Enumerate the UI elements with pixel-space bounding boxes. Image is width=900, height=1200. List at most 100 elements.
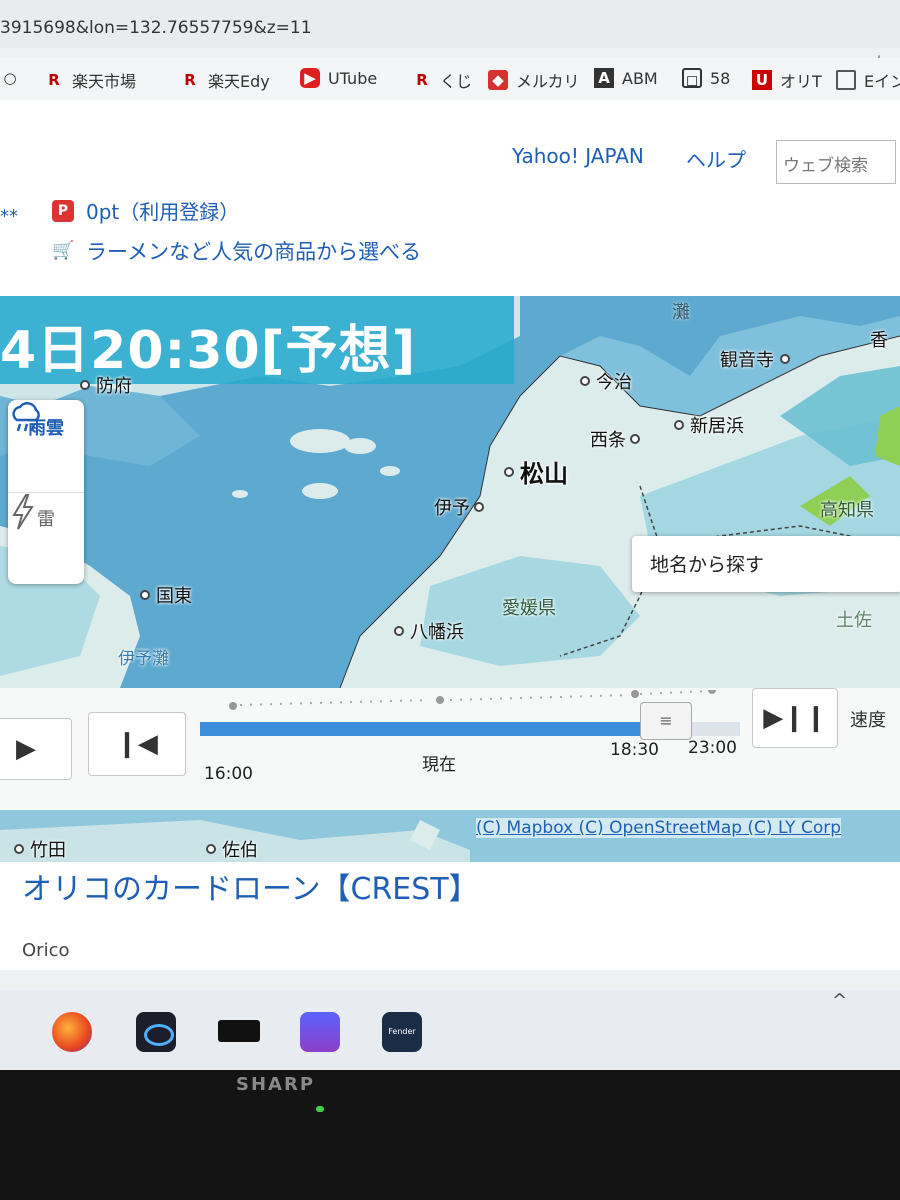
- place-kannonji[interactable]: 観音寺: [720, 346, 790, 372]
- place-label: 灘: [672, 302, 690, 323]
- pref-kochi: 高知県: [820, 496, 874, 522]
- place-matsuyama[interactable]: 松山: [504, 454, 568, 489]
- search-place-button[interactable]: 地名から探す: [632, 536, 900, 592]
- play-button[interactable]: ▶: [0, 718, 72, 780]
- layer-rain-button[interactable]: 雨雲: [8, 400, 84, 492]
- bookmark-label: Eイン: [864, 72, 900, 91]
- place-kunisaki[interactable]: 国東: [140, 582, 192, 608]
- url-bar[interactable]: 3915698&lon=132.76557759&z=11: [0, 0, 900, 48]
- place-dot-icon: [80, 380, 90, 390]
- timeline-progress: [200, 722, 643, 736]
- url-text[interactable]: 3915698&lon=132.76557759&z=11: [0, 18, 312, 38]
- ad-title-link[interactable]: オリコのカードローン【CREST】: [22, 864, 479, 908]
- bookmark-label: 楽天Edy: [208, 72, 270, 91]
- page-content: Yahoo! JAPAN ヘルプ ウェブ検索 ** P 0pt（利用登録） 🛒 …: [0, 100, 900, 970]
- place-label: 伊予: [434, 498, 470, 519]
- monitor-bezel: SHARP: [0, 1070, 900, 1200]
- place-label: 観音寺: [720, 350, 774, 371]
- place-niihama[interactable]: 新居浜: [674, 412, 744, 438]
- web-search-input[interactable]: ウェブ検索: [776, 140, 896, 184]
- firefox-icon[interactable]: [52, 1012, 92, 1052]
- paypay-point-icon: P: [52, 199, 74, 222]
- place-tosa: 土佐: [836, 606, 872, 632]
- fender-app-icon[interactable]: Fender: [382, 1012, 422, 1052]
- stars-text: **: [0, 206, 18, 227]
- place-yawatahama[interactable]: 八幡浜: [394, 618, 464, 644]
- dice-icon: ◆: [488, 70, 508, 90]
- place-nada-top: 灘: [672, 298, 690, 324]
- rakuten-icon: R: [416, 71, 428, 89]
- bookmark-kuji[interactable]: R くじ: [412, 68, 472, 92]
- bookmark-rakuten-ichiba[interactable]: R 楽天市場: [44, 68, 136, 92]
- layer-thunder-button[interactable]: 雷: [8, 492, 84, 584]
- bookmark-label: メルカリ: [516, 72, 580, 91]
- points-link[interactable]: P 0pt（利用登録）: [52, 196, 239, 225]
- place-dot-icon: [504, 466, 514, 477]
- taskbar: Fender ^: [0, 990, 900, 1070]
- place-dot-icon: [14, 844, 24, 854]
- u-icon: U: [752, 70, 772, 90]
- bookmark-label: 楽天市場: [72, 72, 137, 91]
- place-kou: 香: [870, 326, 888, 352]
- yahoo-japan-link[interactable]: Yahoo! JAPAN: [512, 144, 644, 168]
- skip-back-icon: ❙◀: [116, 729, 158, 759]
- rain-cloud-icon: [12, 402, 40, 432]
- bookmark-folder[interactable]: Eイン: [836, 68, 900, 92]
- place-dot-icon: [140, 590, 150, 600]
- camera-app-icon[interactable]: [218, 1020, 260, 1042]
- bookmark-rakuten-edy[interactable]: R 楽天Edy: [180, 68, 270, 92]
- bookmark-youtube[interactable]: ▶ UTube: [300, 68, 377, 88]
- skip-forward-button[interactable]: ▶❙❙: [752, 688, 838, 748]
- place-iyo[interactable]: 伊予: [434, 494, 484, 520]
- ramen-text: ラーメンなど人気の商品から選べる: [86, 240, 422, 264]
- timeline-controls: ▶ ❙◀ ≡ 16:00 現在 18:30 23:00 ▶❙❙ 速度: [0, 688, 900, 810]
- rakuten-icon: R: [48, 71, 60, 89]
- sea-iyonada: 伊予灘: [118, 644, 169, 669]
- place-label: 伊予灘: [118, 649, 169, 669]
- timeline-handle[interactable]: ≡: [640, 702, 692, 740]
- tick-label-now: 現在: [422, 755, 456, 775]
- abema-icon: A: [594, 68, 614, 88]
- place-hofu[interactable]: 防府: [80, 372, 132, 398]
- skip-back-button[interactable]: ❙◀: [88, 712, 186, 776]
- place-label: 高知県: [820, 500, 874, 521]
- place-dot-icon: [674, 420, 684, 430]
- place-label: 八幡浜: [410, 622, 464, 643]
- clapper-app-icon[interactable]: [300, 1012, 340, 1052]
- forecast-time-banner: 4日20:30[予想]: [0, 296, 514, 384]
- tick-label: 16:00: [204, 764, 253, 784]
- place-dot-icon: [474, 502, 484, 512]
- place-label: 香: [870, 330, 888, 351]
- place-label: 竹田: [30, 840, 66, 861]
- place-dot-icon: [206, 844, 216, 854]
- skip-forward-icon: ▶❙❙: [763, 703, 827, 733]
- rain-radar-map[interactable]: 4日20:30[予想] 防府 今治 観音寺 西条 新居浜 松山 伊予 高知県 国…: [0, 296, 900, 688]
- place-saijo[interactable]: 西条: [590, 426, 640, 452]
- tick-label: 23:00: [688, 738, 737, 758]
- place-label: 新居浜: [690, 416, 744, 437]
- place-label: 国東: [156, 586, 192, 607]
- lower-map-strip[interactable]: 竹田 佐伯 (C) Mapbox (C) OpenStreetMap (C) L…: [0, 810, 900, 862]
- youtube-icon: ▶: [300, 68, 320, 88]
- bookmark-abema[interactable]: A ABM: [594, 68, 658, 88]
- bookmark-partial[interactable]: ○: [0, 68, 28, 88]
- brand-logo: SHARP: [236, 1074, 316, 1095]
- play-icon: ▶: [16, 734, 36, 764]
- eye-app-icon[interactable]: [136, 1012, 176, 1052]
- speed-control[interactable]: 速度: [850, 706, 886, 732]
- bookmark-58[interactable]: ◻ 58: [682, 68, 731, 89]
- bookmark-mercari[interactable]: ◆ メルカリ: [488, 68, 580, 92]
- place-imabari[interactable]: 今治: [580, 368, 632, 394]
- pref-ehime: 愛媛県: [502, 594, 556, 620]
- tray-chevron-icon[interactable]: ^: [832, 990, 847, 1011]
- bookmark-orit[interactable]: U オリT: [752, 68, 822, 92]
- place-taketa[interactable]: 竹田: [14, 836, 66, 862]
- help-link[interactable]: ヘルプ: [686, 144, 746, 173]
- circle-icon: ○: [3, 69, 17, 87]
- place-saiki[interactable]: 佐伯: [206, 836, 258, 862]
- place-label: 松山: [520, 460, 568, 488]
- ramen-promo-link[interactable]: 🛒 ラーメンなど人気の商品から選べる: [52, 236, 421, 266]
- map-attribution[interactable]: (C) Mapbox (C) OpenStreetMap (C) LY Corp: [476, 818, 842, 838]
- thunder-icon: [12, 494, 34, 530]
- bookmark-label: 58: [710, 68, 731, 88]
